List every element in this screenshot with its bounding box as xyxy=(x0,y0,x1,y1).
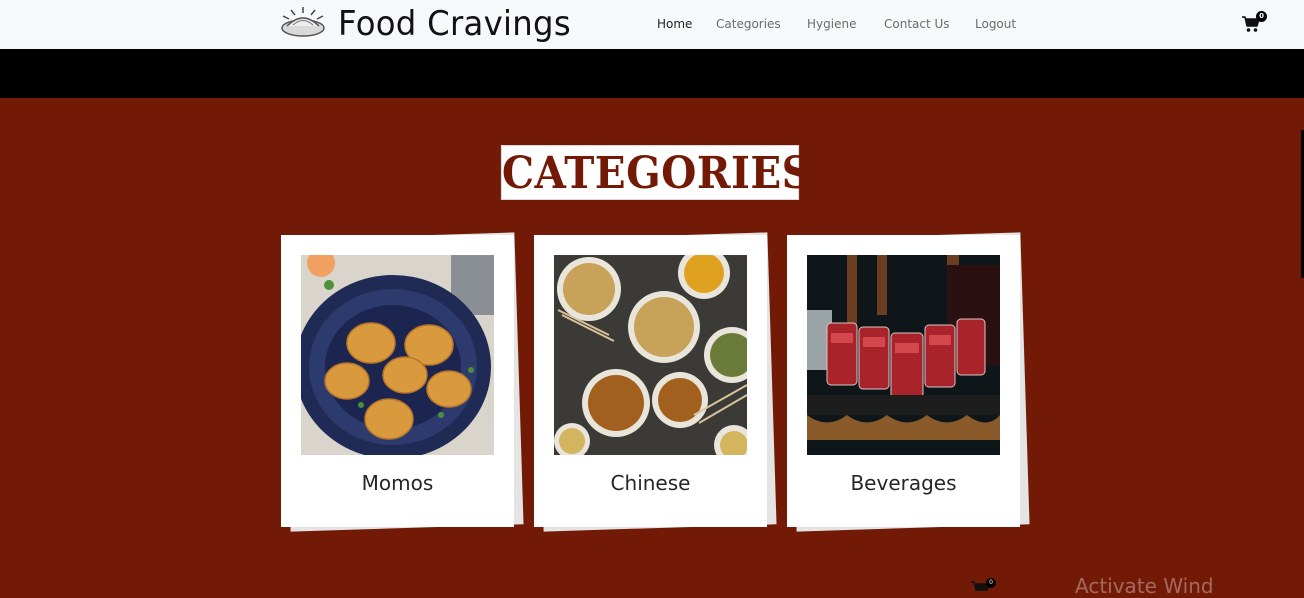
nav-contact-us[interactable]: Contact Us xyxy=(884,17,950,31)
category-label: Beverages xyxy=(850,471,957,495)
momos-photo xyxy=(301,255,494,455)
category-label: Chinese xyxy=(610,471,691,495)
category-label: Momos xyxy=(361,471,434,495)
cart-count-badge: 0 xyxy=(1256,11,1267,22)
nav-logout[interactable]: Logout xyxy=(975,17,1016,31)
dumpling-logo-icon[interactable] xyxy=(279,6,327,40)
category-card-beverages[interactable]: Beverages xyxy=(787,235,1020,527)
hero-banner-strip xyxy=(0,49,1304,98)
category-card-chinese[interactable]: Chinese xyxy=(534,235,767,527)
nav-home[interactable]: Home xyxy=(657,17,692,31)
activation-watermark: Activate Wind xyxy=(1075,574,1214,598)
category-card-momos[interactable]: Momos xyxy=(281,235,514,527)
cart-count-badge: 0 xyxy=(986,578,996,588)
section-title: CATEGORIES xyxy=(500,145,811,200)
chinese-photo xyxy=(554,255,747,455)
nav-hygiene[interactable]: Hygiene xyxy=(807,17,856,31)
nav-categories[interactable]: Categories xyxy=(716,17,781,31)
beverages-photo xyxy=(807,255,1000,455)
brand-title[interactable]: Food Cravings xyxy=(338,4,571,44)
navbar: Food Cravings Home Categories Hygiene Co… xyxy=(0,0,1304,49)
